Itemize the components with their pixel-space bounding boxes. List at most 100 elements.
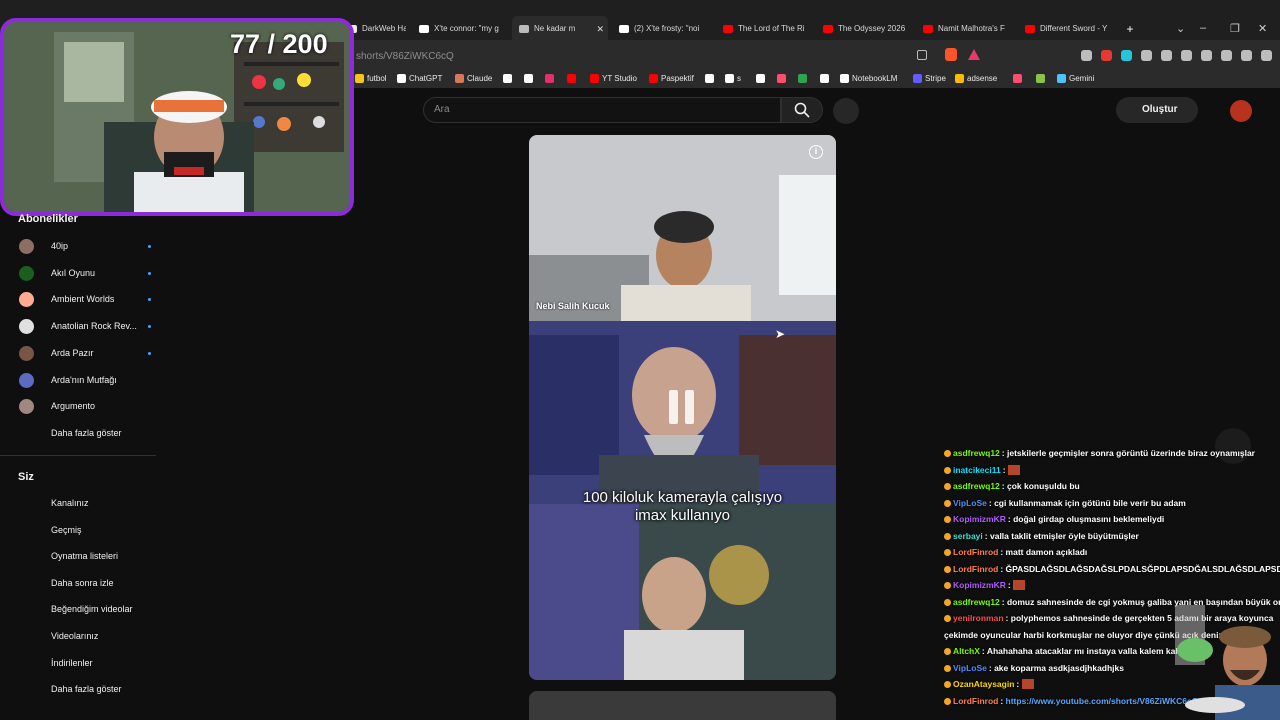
bookmark-item[interactable]: Paspektif [649,73,694,85]
chat-username[interactable]: asdfrewq12 [953,448,1000,458]
extension-icon[interactable] [1081,50,1092,61]
chat-username[interactable]: AltchX [953,646,980,656]
search-button[interactable] [781,97,823,123]
subscription-item[interactable]: Daha fazla göster [18,422,148,444]
extension-icon[interactable] [1261,50,1272,61]
brave-rewards-icon[interactable] [968,49,980,60]
bookmark-item[interactable]: NotebookLM [840,73,897,85]
extension-icon[interactable] [1141,50,1152,61]
chat-username[interactable]: VipLoSe [953,498,987,508]
next-short-preview[interactable] [529,691,836,720]
share-icon[interactable] [917,50,927,60]
chat-text: ake koparma asdkjasdjhkadhjks [994,662,1124,673]
chat-username[interactable]: asdfrewq12 [953,481,1000,491]
chat-username[interactable]: KopimizmKR [953,514,1006,524]
bookmark-item[interactable] [705,73,717,85]
bookmark-favicon-icon [725,74,734,83]
tab-7[interactable]: Different Sword - Y [1018,16,1118,42]
chat-username[interactable]: OzanAtaysagin [953,679,1014,689]
bookmark-item[interactable] [524,73,536,85]
bookmark-item[interactable] [756,73,768,85]
bookmark-item[interactable] [567,73,579,85]
tab-3[interactable]: (2) X'te frosty: "noi [612,16,712,42]
you-item[interactable]: Videolarınız [18,625,148,647]
you-item[interactable]: Kanalınız [18,492,148,514]
you-item[interactable]: Geçmiş [18,519,148,541]
search-input[interactable] [423,97,781,123]
bookmark-item[interactable]: ChatGPT [397,73,442,85]
chat-username[interactable]: asdfrewq12 [953,597,1000,607]
subscription-item[interactable]: Ambient Worlds [18,288,151,310]
chat-link[interactable]: https://www.youtube.com/shorts/V86ZiWKC6… [1006,696,1199,706]
close-window-button[interactable]: ✕ [1258,22,1267,35]
tab-1[interactable]: X'te connor: "my g [412,16,508,42]
tab-title: The Lord of The Ri [738,24,805,33]
extension-icon[interactable] [1121,50,1132,61]
create-button[interactable]: Oluştur [1116,97,1198,123]
you-item[interactable]: Oynatma listeleri [18,545,148,567]
chat-username[interactable]: LordFinrod [953,547,998,557]
url-field[interactable]: shorts/V86ZiWKC6cQ [356,51,454,62]
subscription-item[interactable]: Arda Pazır [18,342,151,364]
extension-icon[interactable] [1161,50,1172,61]
subscription-item[interactable]: 40ip [18,235,151,257]
chat-username[interactable]: LordFinrod [953,564,998,574]
subscription-item[interactable]: Akıl Oyunu [18,262,151,284]
bookmark-item[interactable] [1036,73,1048,85]
tab-4[interactable]: The Lord of The Ri [716,16,812,42]
extension-icon[interactable] [1181,50,1192,61]
bookmark-item[interactable] [503,73,515,85]
info-icon[interactable]: i [809,145,823,159]
tab-5[interactable]: The Odyssey 2026 [816,16,912,42]
extension-icon[interactable] [1241,50,1252,61]
tab-2[interactable]: Ne kadar m ✕ [512,16,608,42]
bookmark-item[interactable] [545,73,557,85]
extension-icon[interactable] [1221,50,1232,61]
chat-username[interactable]: serbayi [953,531,983,541]
bookmark-item[interactable] [820,73,832,85]
close-tab-icon[interactable]: ✕ [596,16,604,42]
you-item[interactable]: Beğendiğim videolar [18,598,148,620]
brave-shield-icon[interactable] [945,48,957,61]
new-tab-button[interactable]: + [1122,16,1138,42]
chat-username[interactable]: KopimizmKR [953,580,1006,590]
bookmark-item[interactable]: futbol [355,73,387,85]
bookmark-item[interactable] [777,73,789,85]
channel-avatar [19,265,34,281]
bookmark-item[interactable] [798,73,810,85]
bookmark-label: Stripe [925,74,946,83]
subscription-item[interactable]: Arda'nın Mutfağı [18,369,148,391]
account-avatar[interactable] [1230,100,1252,122]
extension-icon[interactable] [1101,50,1112,61]
you-item[interactable]: Daha sonra izle [18,572,148,594]
chat-username[interactable]: LordFinrod [953,696,998,706]
tab-list-button[interactable]: ⌄ [1176,22,1185,35]
chat-username[interactable]: yenilronman [953,613,1004,623]
you-item[interactable]: Daha fazla göster [18,678,148,700]
tab-favicon-icon [723,25,733,33]
subscription-item[interactable]: Anatolian Rock Rev... [18,315,151,337]
pause-icon[interactable] [669,390,697,424]
chat-username[interactable]: VipLoSe [953,663,987,673]
bookmark-item[interactable]: s [725,73,741,85]
bookmark-item[interactable] [1013,73,1025,85]
minimize-button[interactable]: – [1200,22,1206,34]
bookmark-favicon-icon [777,74,786,83]
tab-title: DarkWeb Hab [362,24,406,33]
bookmark-item[interactable]: Claude [455,73,492,85]
chat-text: jetskilerle geçmişler sonra görüntü üzer… [1006,448,1255,458]
tab-title: X'te connor: "my g [434,24,499,33]
chat-username[interactable]: inatcikeci11 [953,465,1001,475]
bookmark-item[interactable]: YT Studio [590,73,637,85]
subscription-item[interactable]: Argumento [18,395,148,417]
tab-6[interactable]: Namit Malhotra's F [916,16,1014,42]
voice-search-button[interactable] [833,98,859,124]
bookmark-item[interactable]: adsense [955,73,997,85]
maximize-button[interactable]: ❐ [1230,22,1240,35]
bookmark-item[interactable]: Stripe [913,73,946,85]
you-heading[interactable]: Siz [18,471,34,483]
you-item[interactable]: İndirilenler [18,652,148,674]
extension-icon[interactable] [1201,50,1212,61]
bookmark-item[interactable]: Gemini [1057,73,1094,85]
subscription-label: Arda'nın Mutfağı [51,374,117,385]
